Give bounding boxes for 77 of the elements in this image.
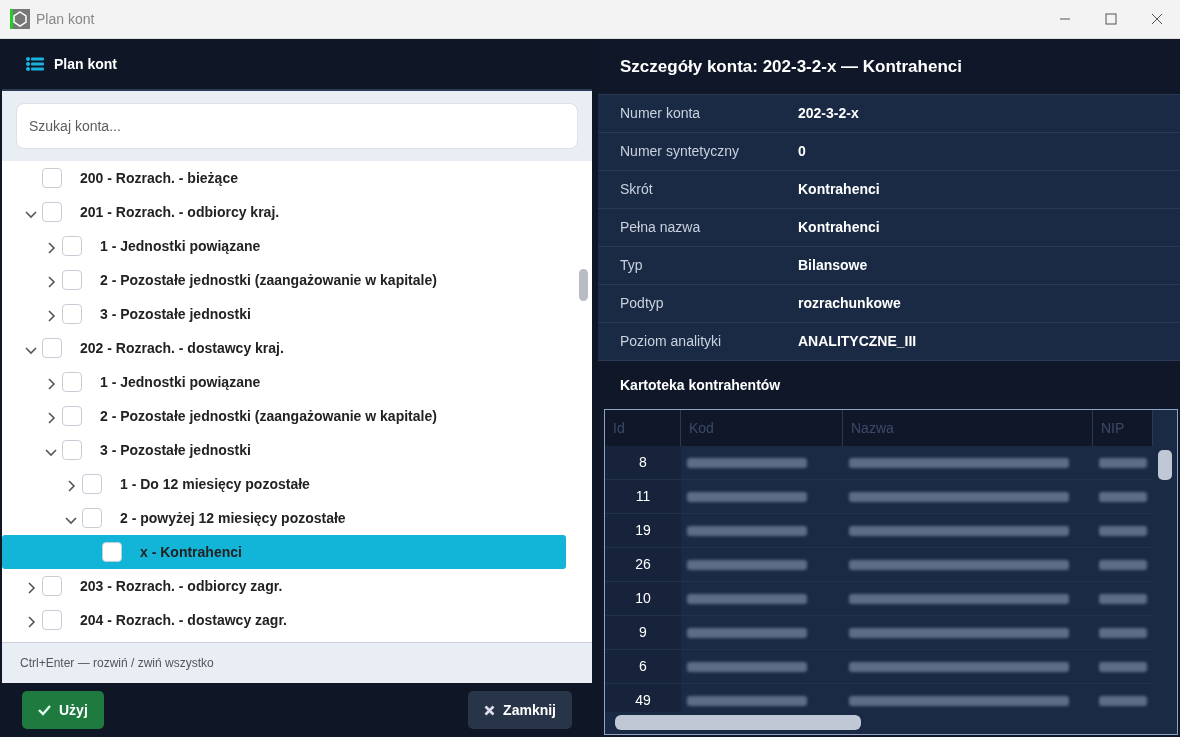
window-title: Plan kont (36, 9, 95, 29)
column-header: Kod (681, 410, 843, 446)
column-header: Nazwa (843, 410, 1093, 446)
redacted-text (1099, 695, 1147, 706)
field-label: Poziom analityki (619, 332, 723, 351)
shortcut-hint: Ctrl+Enter — rozwiń / zwiń wszystko (2, 642, 592, 683)
table-cell: 19 (605, 514, 681, 548)
column-header: Id (605, 410, 681, 446)
field-value: Kontrahenci (798, 218, 880, 237)
checkbox[interactable] (62, 406, 82, 426)
table-cell: 9 (605, 616, 681, 650)
checkbox[interactable] (42, 202, 62, 222)
redacted-text (1099, 559, 1147, 570)
scrollbar-thumb[interactable] (579, 269, 588, 301)
tree-item[interactable]: 1 - Do 12 miesięcy pozostałe (2, 467, 592, 501)
checkbox[interactable] (62, 270, 82, 290)
close-icon[interactable] (1151, 13, 1163, 25)
tree-item[interactable]: 200 - Rozrach. - bieżące (2, 161, 592, 195)
field-value: ANALITYCZNE_III (798, 332, 917, 351)
field-value: 0 (798, 142, 806, 161)
field-label: Pełna nazwa (619, 218, 702, 237)
checkbox[interactable] (62, 372, 82, 392)
field-label: Numer konta (619, 104, 702, 123)
checkbox[interactable] (82, 474, 102, 494)
checkbox[interactable] (102, 542, 122, 562)
tree-item[interactable]: 3 - Pozostałe jednostki (2, 297, 592, 331)
checkbox[interactable] (42, 168, 62, 188)
tree-item[interactable]: 1 - Jednostki powiązane (2, 365, 592, 399)
close-button[interactable]: Zamknij (468, 691, 572, 729)
table-cell: 49 (605, 684, 681, 712)
list-icon (26, 57, 44, 71)
field-value: rozrachunkowe (798, 294, 901, 313)
tree-item[interactable]: 3 - Pozostałe jednostki (2, 433, 592, 467)
redacted-text (1099, 627, 1147, 638)
checkbox[interactable] (42, 338, 62, 358)
checkbox[interactable] (42, 610, 62, 630)
scrollbar-thumb[interactable] (615, 715, 861, 730)
redacted-text (1099, 661, 1147, 672)
checkbox[interactable] (62, 236, 82, 256)
tree-item[interactable]: 2 - powyżej 12 miesięcy pozostałe (2, 501, 592, 535)
redacted-text (1099, 593, 1147, 604)
tree-item[interactable]: 2 - Pozostałe jednostki (zaangażowanie w kapitale) (2, 263, 592, 297)
tree-item[interactable]: x - Kontrahenci (2, 535, 566, 569)
maximize-icon[interactable] (1105, 13, 1117, 25)
field-label: Podtyp (619, 294, 665, 313)
use-button[interactable]: Użyj (22, 691, 104, 729)
redacted-text (1099, 525, 1147, 536)
field-label: Typ (619, 256, 644, 275)
field-label: Numer syntetyczny (619, 142, 741, 161)
tree-item[interactable]: 202 - Rozrach. - dostawcy kraj. (2, 331, 592, 365)
section-title: Kartoteka kontrahentów (619, 375, 782, 395)
checkbox[interactable] (62, 440, 82, 460)
search-field[interactable]: Szukaj konta... (16, 103, 578, 149)
table-cell: 11 (605, 480, 681, 514)
checkbox[interactable] (82, 508, 102, 528)
field-value: Bilansowe (798, 256, 868, 275)
redacted-text (1099, 491, 1147, 502)
tree-item[interactable]: 203 - Rozrach. - odbiorcy zagr. (2, 569, 592, 603)
tree-item[interactable]: 1 - Jednostki powiązane (2, 229, 592, 263)
tree-item[interactable]: 201 - Rozrach. - odbiorcy kraj. (2, 195, 592, 229)
field-value: 202-3-2-x (798, 104, 859, 123)
panel-title: Plan kont (54, 54, 117, 74)
checkbox[interactable] (42, 576, 62, 596)
check-icon (38, 704, 51, 716)
table-cell: 26 (605, 548, 681, 582)
column-header: NIP (1093, 410, 1153, 446)
table-cell: 8 (605, 446, 681, 480)
tree-item[interactable]: 204 - Rozrach. - dostawcy zagr. (2, 603, 592, 637)
tree-item[interactable]: 2 - Pozostałe jednostki (zaangażowanie w kapitale) (2, 399, 592, 433)
close-icon (484, 704, 496, 716)
scrollbar-thumb[interactable] (1158, 450, 1172, 480)
checkbox[interactable] (62, 304, 82, 324)
field-value: Kontrahenci (798, 180, 880, 199)
table-cell: 10 (605, 582, 681, 616)
redacted-text (1099, 457, 1147, 468)
table-cell: 6 (605, 650, 681, 684)
field-label: Skrót (619, 180, 654, 199)
